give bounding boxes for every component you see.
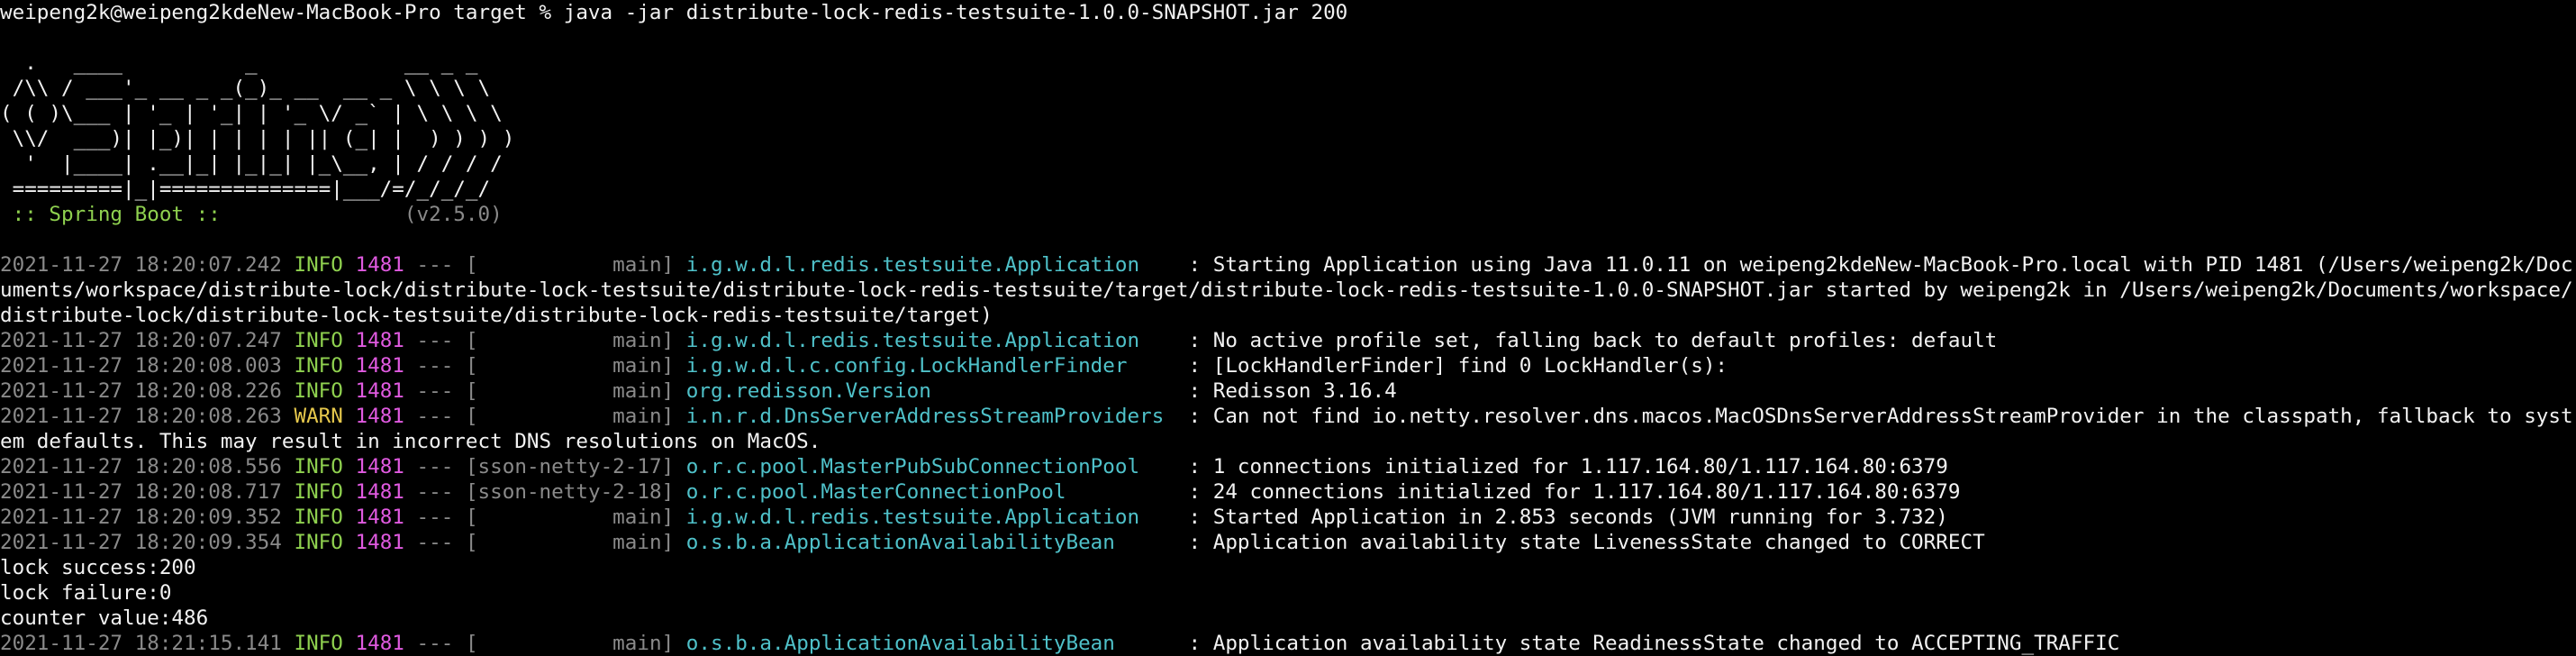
log-line-warn: 2021-11-27 18:20:08.263 WARN 1481 --- [ …	[0, 404, 2574, 454]
log-line: 2021-11-27 18:20:08.226 INFO 1481 --- [ …	[0, 378, 2574, 404]
log-logger: o.r.c.pool.MasterConnectionPool	[685, 480, 1176, 504]
log-message: : [LockHandlerFinder] find 0 LockHandler…	[1175, 354, 1728, 378]
log-level: INFO	[281, 506, 343, 529]
log-thread: [ main]	[465, 506, 675, 529]
log-level: INFO	[281, 531, 343, 554]
log-thread: [ main]	[465, 632, 675, 655]
shell-prompt-command: weipeng2k@weipeng2kdeNew-MacBook-Pro tar…	[0, 1, 1348, 24]
log-separator: ---	[404, 632, 466, 655]
log-message: : 24 connections initialized for 1.117.1…	[1175, 480, 1961, 504]
log-separator: ---	[404, 329, 466, 352]
output-counter-value: counter value:486	[0, 606, 209, 630]
log-logger: o.r.c.pool.MasterPubSubConnectionPool	[685, 455, 1176, 478]
log-message: : Redisson 3.16.4	[1175, 379, 1397, 403]
banner-line: \\/ ___)| |_)| | | | | || (_| | ) ) ) )	[0, 127, 515, 150]
log-line: 2021-11-27 18:20:08.556 INFO 1481 --- [s…	[0, 454, 2574, 479]
log-separator: ---	[404, 506, 466, 529]
banner-line: =========|_|==============|___/=/_/_/_/	[0, 178, 491, 201]
log-thread: [sson-netty-2-17]	[465, 455, 675, 478]
log-logger: i.g.w.d.l.redis.testsuite.Application	[685, 253, 1176, 277]
log-pid: 1481	[355, 354, 404, 378]
log-thread: [ main]	[465, 329, 675, 352]
log-timestamp: 2021-11-27 18:21:15.141	[0, 632, 282, 655]
log-thread: [ main]	[465, 354, 675, 378]
spring-boot-version: (v2.5.0)	[232, 203, 503, 226]
log-message: : Started Application in 2.853 seconds (…	[1175, 506, 1948, 529]
log-separator: ---	[404, 379, 466, 403]
program-output: lock success:200 lock failure:0 counter …	[0, 555, 2576, 631]
log-logger: i.g.w.d.l.redis.testsuite.Application	[685, 506, 1176, 529]
log-thread: [ main]	[465, 405, 675, 428]
log-thread: [ main]	[465, 531, 675, 554]
log-level: INFO	[281, 480, 343, 504]
log-message: : Application availability state Readine…	[1175, 632, 2120, 655]
log-line: 2021-11-27 18:20:07.247 INFO 1481 --- [ …	[0, 328, 2574, 353]
log-message: : No active profile set, falling back to…	[1175, 329, 1998, 352]
log-message: : 1 connections initialized for 1.117.16…	[1175, 455, 1948, 478]
banner-line: . ____ _ __ _ _	[0, 51, 478, 75]
log-thread: [sson-netty-2-18]	[465, 480, 675, 504]
log-level: INFO	[281, 329, 343, 352]
log-logger: o.s.b.a.ApplicationAvailabilityBean	[685, 531, 1176, 554]
banner-line: ' |____| .__|_| |_|_| |_\__, | / / / /	[0, 152, 503, 176]
log-logger: i.g.w.d.l.redis.testsuite.Application	[685, 329, 1176, 352]
log-thread: [ main]	[465, 253, 675, 277]
log-level: INFO	[281, 632, 343, 655]
spring-banner: . ____ _ __ _ _ /\\ / ___'_ __ _ _(_)_ _…	[0, 50, 2576, 227]
log-logger: o.s.b.a.ApplicationAvailabilityBean	[685, 632, 1176, 655]
log-separator: ---	[404, 480, 466, 504]
log-message: : Application availability state Livenes…	[1175, 531, 1985, 554]
output-lock-success: lock success:200	[0, 556, 196, 579]
log-logger: i.n.r.d.DnsServerAddressStreamProviders	[685, 405, 1176, 428]
log-level: INFO	[281, 354, 343, 378]
log-pid: 1481	[355, 253, 404, 277]
log-separator: ---	[404, 354, 466, 378]
log-logger: org.redisson.Version	[685, 379, 1176, 403]
log-separator: ---	[404, 405, 466, 428]
log-line: 2021-11-27 18:21:15.141 INFO 1481 --- [ …	[0, 631, 2574, 656]
log-timestamp: 2021-11-27 18:20:09.354	[0, 531, 282, 554]
log-line: 2021-11-27 18:20:08.003 INFO 1481 --- [ …	[0, 353, 2574, 378]
log-level-warn: WARN	[281, 405, 343, 428]
log-pid: 1481	[355, 455, 404, 478]
log-separator: ---	[404, 253, 466, 277]
log-timestamp: 2021-11-27 18:20:09.352	[0, 506, 282, 529]
terminal-window[interactable]: weipeng2k@weipeng2kdeNew-MacBook-Pro tar…	[0, 0, 2576, 656]
banner-line: /\\ / ___'_ __ _ _(_)_ __ __ _ \ \ \ \	[0, 77, 491, 100]
log-timestamp: 2021-11-27 18:20:07.242	[0, 253, 282, 277]
log-timestamp: 2021-11-27 18:20:08.556	[0, 455, 282, 478]
spring-boot-version-line: :: Spring Boot :: (v2.5.0)	[0, 202, 2576, 227]
banner-line: ( ( )\___ | '_ | '_| | '_ \/ _` | \ \ \ …	[0, 102, 503, 125]
log-timestamp: 2021-11-27 18:20:08.717	[0, 480, 282, 504]
log-timestamp: 2021-11-27 18:20:08.003	[0, 354, 282, 378]
log-line: 2021-11-27 18:20:09.354 INFO 1481 --- [ …	[0, 530, 2574, 555]
spring-boot-label: :: Spring Boot ::	[0, 203, 233, 226]
log-level: INFO	[281, 379, 343, 403]
log-pid: 1481	[355, 329, 404, 352]
log-pid: 1481	[355, 506, 404, 529]
log-separator: ---	[404, 455, 466, 478]
log-thread: [ main]	[465, 379, 675, 403]
log-line: 2021-11-27 18:20:08.717 INFO 1481 --- [s…	[0, 479, 2574, 505]
log-level: INFO	[281, 455, 343, 478]
log-timestamp: 2021-11-27 18:20:08.263	[0, 405, 282, 428]
log-pid: 1481	[355, 379, 404, 403]
log-pid: 1481	[355, 405, 404, 428]
log-level: INFO	[281, 253, 343, 277]
log-line: 2021-11-27 18:20:07.242 INFO 1481 --- [ …	[0, 252, 2574, 328]
output-lock-failure: lock failure:0	[0, 581, 172, 605]
log-line: 2021-11-27 18:20:09.352 INFO 1481 --- [ …	[0, 505, 2574, 530]
log-pid: 1481	[355, 480, 404, 504]
log-output: 2021-11-27 18:20:07.242 INFO 1481 --- [ …	[0, 252, 2576, 555]
log-pid: 1481	[355, 632, 404, 655]
log-timestamp: 2021-11-27 18:20:07.247	[0, 329, 282, 352]
log-timestamp: 2021-11-27 18:20:08.226	[0, 379, 282, 403]
log-pid: 1481	[355, 531, 404, 554]
log-separator: ---	[404, 531, 466, 554]
log-logger: i.g.w.d.l.c.config.LockHandlerFinder	[685, 354, 1176, 378]
